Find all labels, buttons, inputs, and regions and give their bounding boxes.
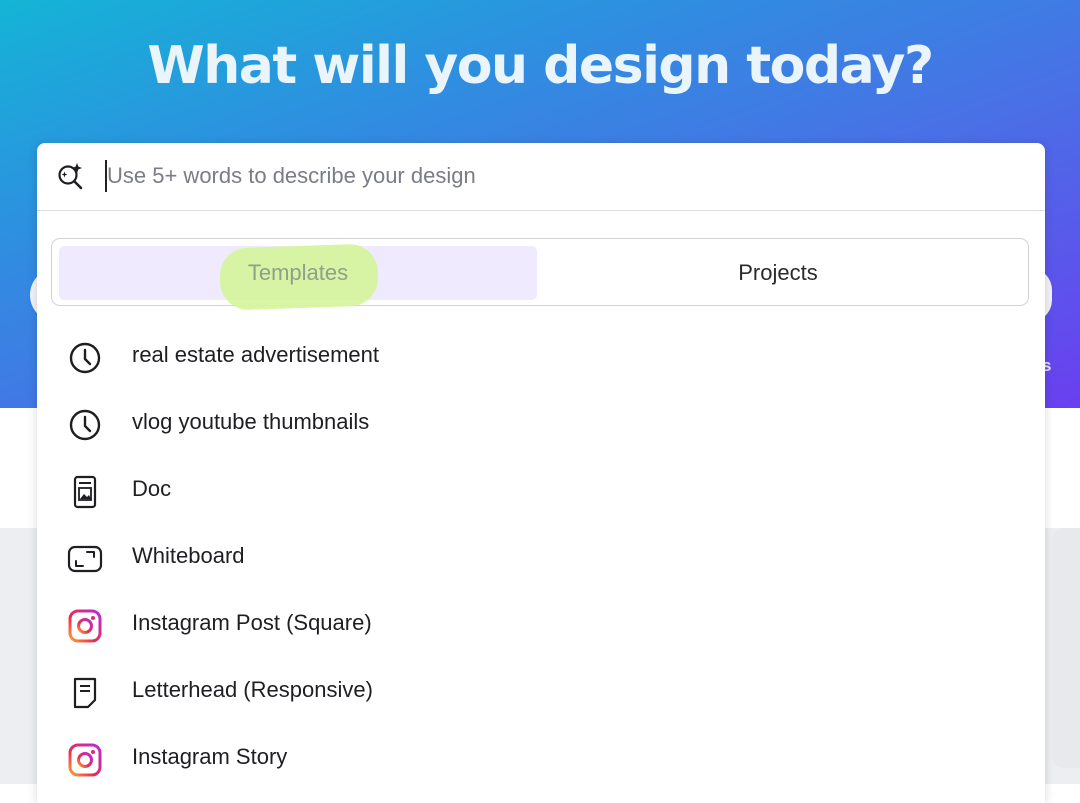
tab-templates[interactable]: Templates [59, 243, 537, 311]
instagram-icon [68, 609, 102, 643]
background-card-right[interactable] [1053, 528, 1080, 768]
suggestion-whiteboard[interactable]: Whiteboard [37, 527, 1045, 587]
suggestion-label: Instagram Story [132, 744, 288, 769]
suggestion-doc[interactable]: Doc [37, 460, 1045, 520]
suggestion-letterhead[interactable]: Letterhead (Responsive) [37, 661, 1045, 721]
search-scope-tabs: Templates Projects [51, 238, 1029, 311]
search-dropdown-panel: Templates Projects real estate advertise… [37, 143, 1045, 803]
suggestion-label: Letterhead (Responsive) [132, 677, 373, 702]
suggestion-label: Instagram Post (Square) [132, 610, 372, 635]
suggestion-label: Whiteboard [132, 543, 245, 568]
suggestion-label: vlog youtube thumbnails [132, 409, 370, 434]
doc-icon [73, 475, 97, 509]
whiteboard-icon [67, 545, 103, 573]
suggestion-instagram-story[interactable]: Instagram Story [37, 728, 1045, 788]
suggestion-instagram-post[interactable]: Instagram Post (Square) [37, 594, 1045, 654]
clock-icon [69, 409, 101, 441]
suggestion-label: Doc [132, 476, 172, 501]
tab-projects-label: Projects [738, 260, 818, 285]
letterhead-icon [73, 677, 97, 709]
hero-title: What will you design today? [147, 36, 934, 96]
ai-search-icon [58, 163, 83, 190]
suggestion-label: real estate advertisement [132, 342, 380, 367]
instagram-icon [68, 743, 102, 777]
clock-icon [69, 342, 101, 374]
search-bar [37, 143, 1045, 211]
suggestion-recent-vlog[interactable]: vlog youtube thumbnails [37, 393, 1045, 453]
tab-templates-label: Templates [247, 260, 349, 285]
search-input[interactable] [107, 157, 1007, 195]
tab-projects[interactable]: Projects [539, 246, 1017, 300]
suggestion-recent-real-estate[interactable]: real estate advertisement [37, 326, 1045, 386]
